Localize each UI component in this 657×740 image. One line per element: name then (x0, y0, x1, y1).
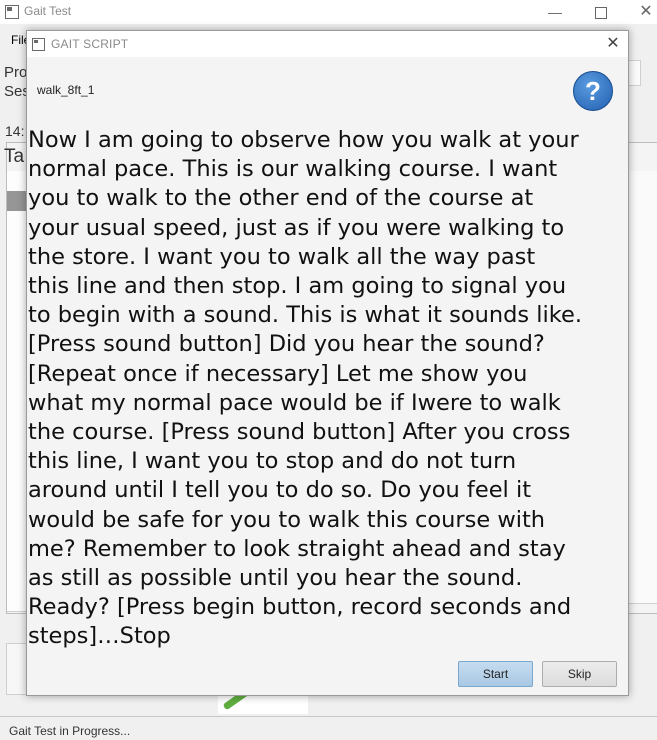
background-label-pro: Pro (4, 64, 28, 81)
status-bar: Gait Test in Progress... (0, 716, 657, 740)
skip-button[interactable]: Skip (542, 661, 617, 687)
background-table-row (627, 252, 657, 280)
help-question-icon[interactable]: ? (573, 71, 613, 111)
minimize-button[interactable]: — (532, 0, 578, 24)
dialog-titlebar: GAIT SCRIPT ✕ (27, 31, 628, 57)
status-text: Gait Test in Progress... (9, 724, 131, 738)
background-table-row (627, 522, 657, 550)
background-table-row (627, 441, 657, 469)
background-table-row (627, 198, 657, 226)
gait-script-dialog: GAIT SCRIPT ✕ walk_8ft_1 ? Now I am goin… (26, 30, 629, 696)
script-name-label: walk_8ft_1 (37, 83, 95, 97)
background-field (627, 60, 641, 86)
background-table-row (627, 576, 657, 604)
background-table-row (627, 414, 657, 442)
main-window-title: Gait Test (24, 4, 72, 18)
background-table-row (627, 468, 657, 496)
maximize-icon (595, 7, 607, 20)
script-text: Now I am going to observe how you walk a… (28, 127, 583, 650)
close-button[interactable]: ✕ (623, 0, 657, 24)
background-table-row (627, 225, 657, 253)
background-table-row (627, 387, 657, 415)
background-table-row (627, 549, 657, 577)
window-app-icon (5, 5, 19, 19)
background-table-row (627, 171, 657, 199)
window-app-icon (32, 38, 45, 51)
dialog-close-button[interactable]: ✕ (603, 34, 623, 54)
start-button[interactable]: Start (458, 661, 533, 687)
background-table-row (627, 495, 657, 523)
background-table-row (627, 306, 657, 334)
background-table-row (627, 279, 657, 307)
main-titlebar: Gait Test — ✕ (0, 0, 657, 24)
background-table-row (627, 360, 657, 388)
background-tab-label: Ta (4, 146, 25, 167)
maximize-button[interactable] (578, 0, 624, 24)
background-label-time: 14: (5, 123, 25, 139)
dialog-title: GAIT SCRIPT (51, 37, 129, 51)
background-table-row (627, 333, 657, 361)
